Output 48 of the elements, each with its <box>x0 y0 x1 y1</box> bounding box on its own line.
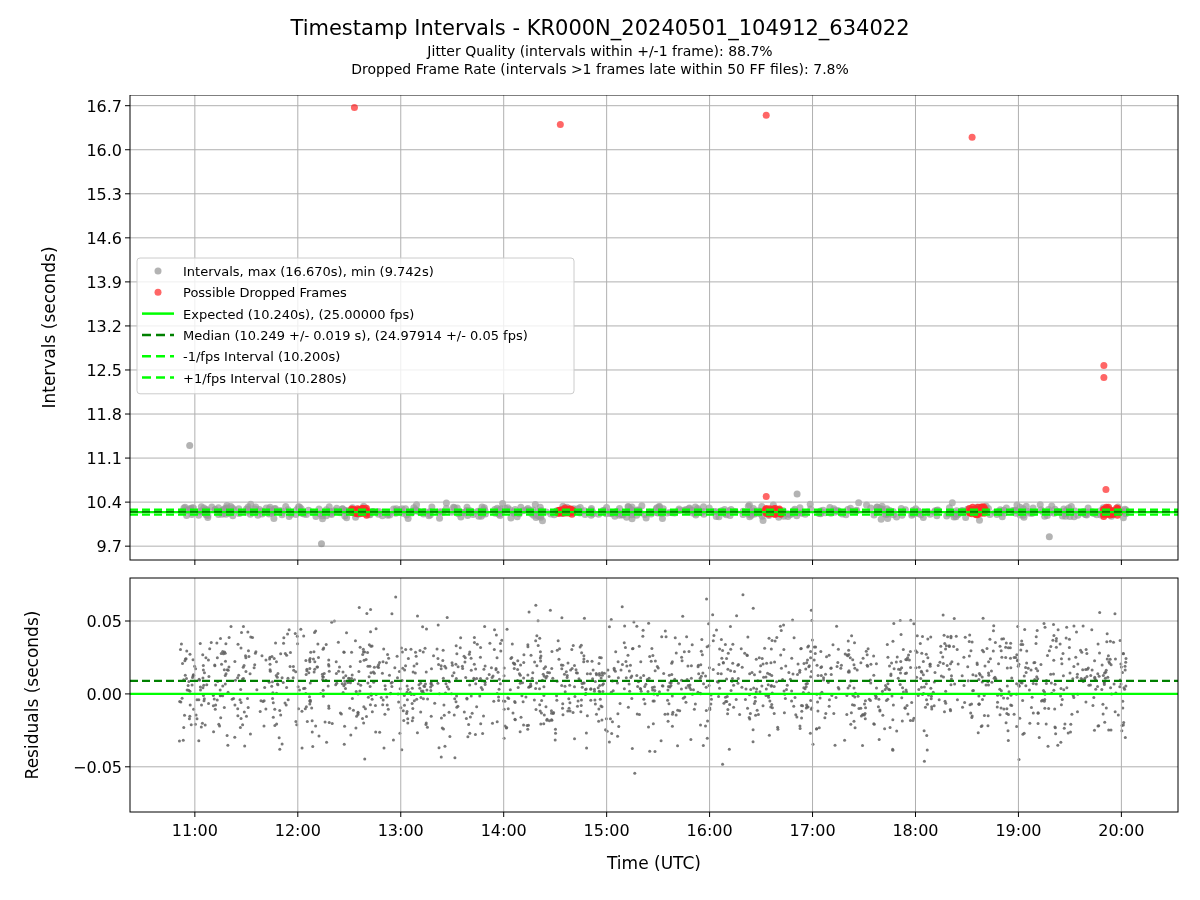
legend-label: Intervals, max (16.670s), min (9.742s) <box>183 264 434 279</box>
data-point <box>350 104 358 112</box>
chart-subtitle: Jitter Quality (intervals within +/-1 frame): 88.7% <box>427 42 773 60</box>
y-tick-label: −0.05 <box>72 757 122 777</box>
y-tick-label: 13.9 <box>86 272 122 292</box>
y-tick-label: 16.0 <box>86 140 122 160</box>
data-point <box>762 111 770 119</box>
y-tick-label: 0.05 <box>86 612 122 631</box>
data-point <box>1102 486 1110 494</box>
chart-title: Timestamp Intervals - KR000N_20240501_104912_634022 <box>290 15 910 42</box>
x-tick-label: 18:00 <box>892 821 939 840</box>
y-tick-label: 12.5 <box>86 360 122 380</box>
x-tick-label: 14:00 <box>480 821 527 840</box>
data-point <box>968 133 976 141</box>
data-point <box>1045 533 1053 541</box>
y-tick-label: 16.7 <box>86 96 122 116</box>
legend-label: Median (10.249 +/- 0.019 s), (24.97914 +/- 0.05 fps) <box>183 327 528 343</box>
y-tick-label: 10.4 <box>86 493 122 513</box>
y-axis-label: Residuals (seconds) <box>22 610 42 780</box>
x-tick-label: 11:00 <box>171 821 218 840</box>
x-tick-label: 13:00 <box>377 821 424 840</box>
legend-label: +1/fps Interval (10.280s) <box>183 370 347 386</box>
x-tick-label: 17:00 <box>789 821 836 840</box>
x-tick-label: 16:00 <box>686 821 733 840</box>
y-tick-label: 11.8 <box>86 405 122 424</box>
data-point <box>1100 374 1108 381</box>
data-point <box>556 121 564 129</box>
x-tick-label: 19:00 <box>995 821 1042 840</box>
y-tick-label: 0.00 <box>86 684 122 704</box>
y-tick-label: 15.3 <box>86 184 122 204</box>
data-point <box>793 490 801 498</box>
data-point <box>186 442 194 449</box>
y-axis-label: Intervals (seconds) <box>39 246 59 409</box>
x-tick-label: 15:00 <box>583 821 630 840</box>
y-tick-label: 11.1 <box>86 449 122 469</box>
x-tick-label: 12:00 <box>274 821 321 840</box>
data-point <box>762 492 770 500</box>
legend-label: Expected (10.240s), (25.00000 fps) <box>183 306 415 322</box>
y-tick-label: 13.2 <box>86 316 122 336</box>
legend-label: -1/fps Interval (10.200s) <box>183 349 341 365</box>
y-tick-label: 14.6 <box>86 228 122 248</box>
data-point <box>1100 362 1108 370</box>
x-tick-label: 20:00 <box>1098 821 1145 840</box>
x-axis-label: Time (UTC) <box>607 853 701 873</box>
data-point <box>318 540 325 548</box>
chart-subtitle: Dropped Frame Rate (intervals >1 frames late within 50 FF files): 7.8% <box>351 60 849 78</box>
legend-label: Possible Dropped Frames <box>183 285 347 301</box>
y-tick-label: 9.7 <box>96 537 122 557</box>
